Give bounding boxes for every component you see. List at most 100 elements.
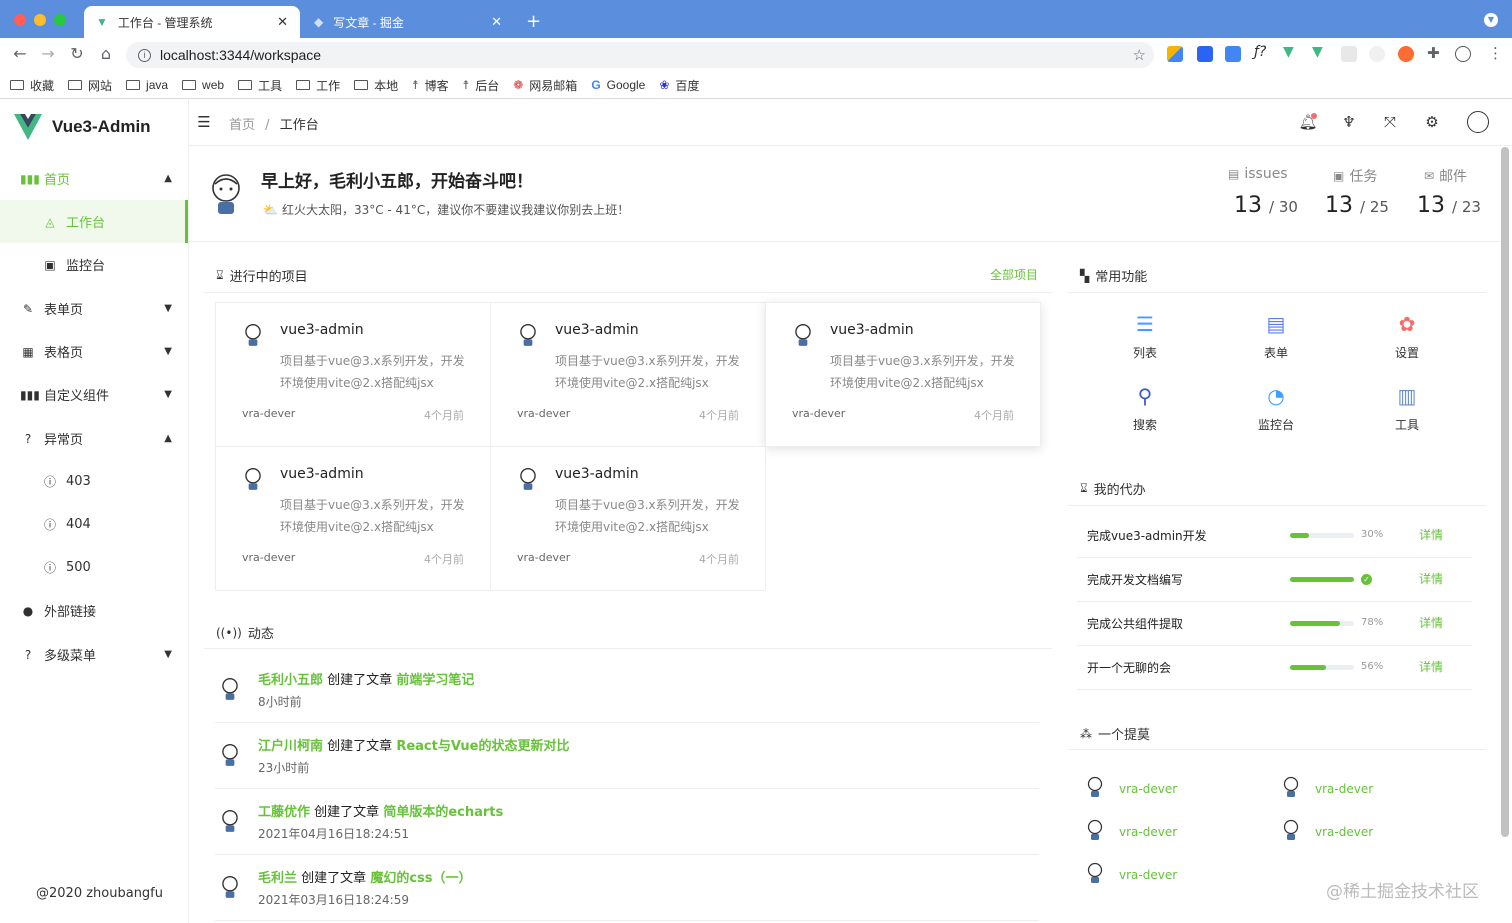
sidebar-item-custom-components[interactable]: ▮▮▮ 自定义组件 ▼ [0, 373, 188, 416]
tab-search-icon[interactable]: ▼ [1484, 13, 1498, 27]
bookmark-star-icon[interactable]: ☆ [1133, 46, 1146, 64]
info-icon[interactable]: i [138, 48, 151, 62]
all-projects-link[interactable]: 全部项目 [990, 266, 1038, 283]
bookmark-folder[interactable]: java [126, 78, 168, 92]
sidebar-item-workspace[interactable]: ◬ 工作台 [0, 200, 188, 243]
avatar-icon [242, 323, 264, 351]
sidebar-item-home[interactable]: ▮▮▮ 首页 ▲ [0, 157, 188, 200]
activity-article-link[interactable]: 前端学习笔记 [396, 673, 474, 688]
todo-detail-link[interactable]: 详情 [1419, 570, 1443, 587]
quick-item-search[interactable]: ⚲ 搜索 [1105, 384, 1185, 433]
close-window-button[interactable] [14, 14, 26, 26]
folder-icon [68, 80, 83, 90]
sidebar-item-multilevel[interactable]: ? 多级菜单 ▼ [0, 633, 188, 676]
team-member[interactable]: vra-dever [1085, 862, 1177, 887]
bookmark-link[interactable]: ☨ 博客 [412, 77, 449, 94]
fullscreen-icon[interactable]: ⤧ [1380, 113, 1400, 131]
page-scrollbar[interactable] [1501, 147, 1509, 837]
extension-blank-icon[interactable] [1341, 46, 1357, 62]
todo-detail-link[interactable]: 详情 [1419, 614, 1443, 631]
sidebar-item-exception[interactable]: ? 异常页 ▲ [0, 417, 188, 460]
project-card[interactable]: vue3-admin 项目基于vue@3.x系列开发，开发环境使用vite@2.… [215, 302, 491, 447]
sidebar-item-monitor[interactable]: ▣ 监控台 [0, 243, 188, 286]
team-member[interactable]: vra-dever [1085, 819, 1177, 844]
bookmark-folder[interactable]: 收藏 [10, 77, 54, 94]
project-card[interactable]: vue3-admin 项目基于vue@3.x系列开发，开发环境使用vite@2.… [490, 302, 766, 447]
avatar-icon [517, 467, 539, 495]
avatar-icon [219, 809, 241, 837]
todo-detail-link[interactable]: 详情 [1419, 526, 1443, 543]
team-member[interactable]: vra-dever [1281, 819, 1373, 844]
home-icon[interactable]: ⌂ [96, 44, 116, 63]
bell-icon[interactable]: 🔔︎ [1298, 113, 1318, 131]
project-card[interactable]: vue3-admin 项目基于vue@3.x系列开发，开发环境使用vite@2.… [490, 446, 766, 591]
activity-user-link[interactable]: 毛利小五郎 [258, 673, 323, 688]
user-avatar[interactable] [1467, 111, 1489, 133]
gear-icon[interactable]: ⚙ [1422, 113, 1442, 131]
bookmark-link[interactable]: ❀ 百度 [659, 77, 699, 94]
new-tab-button[interactable]: + [526, 11, 541, 32]
vue-devtools-icon[interactable]: ▼ [1283, 44, 1294, 60]
bookmark-folder[interactable]: web [182, 78, 224, 92]
puzzle-extensions-icon[interactable]: ✚ [1427, 44, 1440, 62]
close-tab-icon[interactable]: ✕ [491, 14, 502, 30]
tab-workspace[interactable]: ▼ 工作台 - 管理系统 ✕ [84, 6, 300, 38]
bookmark-link[interactable]: G Google [591, 78, 645, 92]
formula-extension-icon[interactable]: ƒ? [1254, 44, 1266, 60]
activity-user-link[interactable]: 江户川柯南 [258, 739, 323, 754]
quick-divider [1068, 292, 1486, 293]
app-logo[interactable]: Vue3-Admin [14, 114, 151, 140]
quick-item-settings[interactable]: ✿ 设置 [1367, 312, 1447, 361]
shirt-icon[interactable]: ♆ [1339, 113, 1359, 131]
quick-item-form[interactable]: ▤ 表单 [1236, 312, 1316, 361]
sidebar-item-404[interactable]: ⓘ 404 [0, 503, 188, 546]
tab-juejin[interactable]: ◆ 写文章 - 掘金 ✕ [302, 6, 514, 38]
quick-item-tools[interactable]: ▥ 工具 [1367, 384, 1447, 433]
team-member[interactable]: vra-dever [1085, 776, 1177, 801]
reload-icon[interactable]: ↻ [67, 44, 87, 63]
terminal-icon: ▣ [44, 257, 56, 272]
css-extension-icon[interactable] [1197, 46, 1213, 62]
team-member[interactable]: vra-dever [1281, 776, 1373, 801]
extension-face-icon[interactable] [1369, 46, 1385, 62]
quick-item-monitor[interactable]: ◔ 监控台 [1236, 384, 1316, 433]
breadcrumb-home[interactable]: 首页 [229, 118, 255, 133]
sidebar-item-external-link[interactable]: ● 外部链接 [0, 589, 188, 632]
project-user: vra-dever [242, 407, 296, 420]
minimize-window-button[interactable] [34, 14, 46, 26]
back-icon[interactable]: ← [10, 44, 30, 63]
translate-extension-icon[interactable] [1225, 46, 1241, 62]
bookmark-folder[interactable]: 本地 [354, 77, 398, 94]
chrome-menu-icon[interactable]: ⋮ [1488, 44, 1503, 62]
sidebar-item-500[interactable]: ⓘ 500 [0, 546, 188, 589]
bookmark-folder[interactable]: 网站 [68, 77, 112, 94]
activity-user-link[interactable]: 工藤优作 [258, 805, 310, 820]
sidebar-item-form[interactable]: ✎ 表单页 ▼ [0, 287, 188, 330]
bookmark-folder[interactable]: 工具 [238, 77, 282, 94]
activity-article-link[interactable]: React与Vue的状态更新对比 [396, 739, 569, 754]
activity-article-link[interactable]: 魔幻的css（一） [370, 871, 471, 886]
sidebar-item-table[interactable]: ▦ 表格页 ▼ [0, 330, 188, 373]
close-tab-icon[interactable]: ✕ [277, 14, 288, 30]
extension-grid-icon[interactable] [1167, 46, 1183, 62]
address-bar[interactable]: i localhost:3344/workspace ☆ [126, 42, 1154, 68]
project-card[interactable]: vue3-admin 项目基于vue@3.x系列开发，开发环境使用vite@2.… [765, 302, 1041, 447]
table-icon: ▦ [22, 344, 34, 359]
bookmark-folder[interactable]: 工作 [296, 77, 340, 94]
menu-fold-icon[interactable]: ☰ [194, 113, 214, 131]
project-card[interactable]: vue3-admin 项目基于vue@3.x系列开发，开发环境使用vite@2.… [215, 446, 491, 591]
gear-icon: ✿ [1398, 312, 1416, 336]
bookmark-link[interactable]: ❁ 网易邮箱 [513, 77, 577, 94]
extension-infinity-icon[interactable] [1398, 46, 1414, 62]
maximize-window-button[interactable] [54, 14, 66, 26]
vue-devtools-2-icon[interactable]: ▼ [1312, 44, 1323, 60]
activity-article-link[interactable]: 简单版本的echarts [383, 805, 503, 820]
bookmark-link[interactable]: ☨ 后台 [463, 77, 500, 94]
todo-detail-link[interactable]: 详情 [1419, 658, 1443, 675]
profile-avatar-icon[interactable] [1455, 46, 1471, 62]
activity-user-link[interactable]: 毛利兰 [258, 871, 297, 886]
quick-item-list[interactable]: ☰ 列表 [1105, 312, 1185, 361]
sidebar-item-403[interactable]: ⓘ 403 [0, 460, 188, 503]
forward-icon[interactable]: → [38, 44, 58, 63]
todo-title: ⌛︎ 我的代办 [1080, 481, 1146, 498]
